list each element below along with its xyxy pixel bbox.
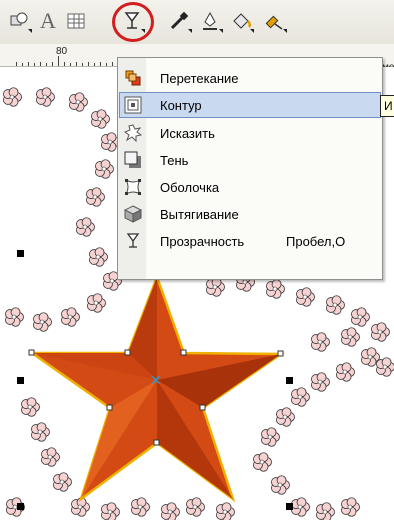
contour-icon (120, 93, 146, 117)
tooltip: И (380, 95, 394, 117)
shadow-icon (120, 148, 146, 172)
menu-item-transparency[interactable]: Прозрачность Пробел,О (120, 229, 380, 253)
eyedropper-icon (170, 11, 189, 30)
svg-text:✕: ✕ (150, 373, 162, 389)
pen-nib-icon (203, 11, 217, 30)
selection-handle[interactable] (17, 503, 24, 510)
shape-edit-tool[interactable] (6, 8, 32, 34)
interactive-fill-icon (265, 15, 283, 30)
menu-item-shadow[interactable]: Тень (120, 148, 380, 172)
wineglass-icon (120, 229, 146, 253)
menu-item-label: Тень (160, 152, 189, 168)
shape-edit-icon (10, 12, 28, 26)
selection-handle[interactable] (286, 377, 293, 384)
menu-item-blend[interactable]: Перетекание (120, 66, 380, 90)
table-icon (67, 13, 85, 29)
fill-tool[interactable] (228, 8, 254, 34)
annotation-circle (112, 2, 154, 42)
menu-item-label: Контур (160, 97, 202, 113)
menu-item-contour[interactable]: Контур (119, 92, 381, 118)
toolbar: A (0, 0, 394, 45)
paint-bucket-icon (233, 13, 252, 29)
text-tool[interactable]: A (35, 8, 61, 34)
menu-item-label: Вытягивание (160, 206, 239, 222)
envelope-icon (120, 175, 146, 199)
interactive-fill-tool[interactable] (261, 8, 287, 34)
menu-item-shortcut: Пробел,О (286, 233, 346, 249)
menu-item-label: Оболочка (160, 179, 220, 195)
extrude-icon (120, 202, 146, 226)
outline-tool[interactable] (197, 8, 223, 34)
selection-handle[interactable] (17, 377, 24, 384)
menu-item-label: Прозрачность (160, 233, 245, 249)
menu-item-label: Исказить (160, 125, 215, 141)
text-icon: A (40, 8, 56, 33)
table-tool[interactable] (63, 8, 89, 34)
menu-item-envelope[interactable]: Оболочка (120, 175, 380, 199)
tooltip-text: И (384, 99, 393, 113)
menu-item-label: Перетекание (160, 70, 239, 86)
menu-item-distort[interactable]: Исказить (120, 121, 380, 145)
eyedropper-tool[interactable] (166, 8, 192, 34)
effects-dropdown-menu: Перетекание Контур Исказить Тень Оболочк… (117, 57, 383, 280)
blend-icon (120, 66, 146, 90)
selection-handle[interactable] (286, 503, 293, 510)
selection-handle[interactable] (17, 250, 24, 257)
distort-icon (120, 121, 146, 145)
menu-item-extrude[interactable]: Вытягивание (120, 202, 380, 226)
